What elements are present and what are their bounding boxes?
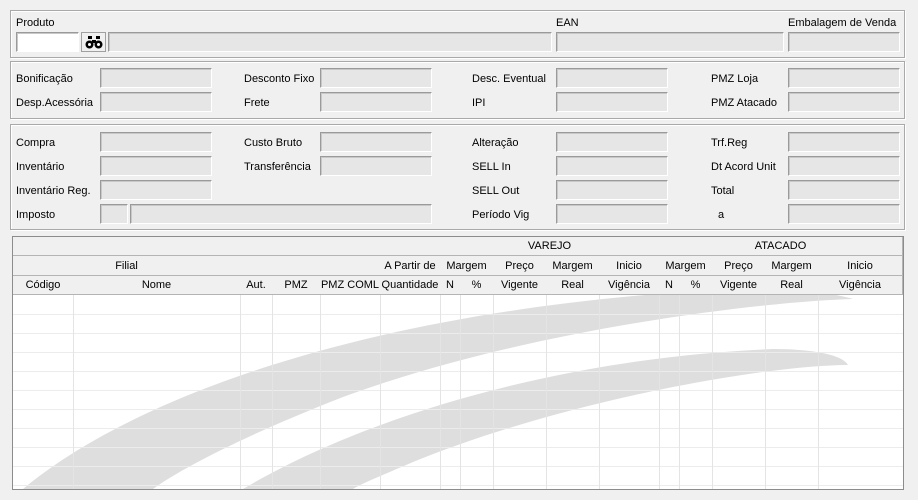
header-blank bbox=[13, 237, 441, 256]
header-quantidade[interactable]: Quantidade bbox=[380, 276, 441, 295]
desp-acessoria-field bbox=[100, 92, 212, 112]
periodo-vig-label: Período Vig bbox=[472, 209, 530, 221]
header-a-partir-de[interactable]: A Partir de bbox=[380, 256, 441, 276]
frete-label: Frete bbox=[244, 97, 270, 109]
binoculars-icon bbox=[85, 35, 102, 48]
produto-label: Produto bbox=[16, 17, 55, 29]
header-varejo-preco[interactable]: Preço bbox=[493, 256, 547, 276]
dt-acord-unit-label: Dt Acord Unit bbox=[711, 161, 776, 173]
header-nome[interactable]: Nome bbox=[73, 276, 241, 295]
header-atacado-vigente[interactable]: Vigente bbox=[712, 276, 766, 295]
ean-field bbox=[556, 32, 784, 52]
header-atacado-real[interactable]: Real bbox=[765, 276, 819, 295]
header-varejo-vigente[interactable]: Vigente bbox=[493, 276, 547, 295]
embalagem-label: Embalagem de Venda bbox=[788, 17, 897, 29]
ean-label: EAN bbox=[556, 17, 579, 29]
pmz-loja-label: PMZ Loja bbox=[711, 73, 759, 85]
header-aut[interactable]: Aut. bbox=[240, 276, 273, 295]
header-varejo-inicio[interactable]: Inicio bbox=[599, 256, 660, 276]
ipi-label: IPI bbox=[472, 97, 486, 109]
dt-acord-unit-field bbox=[788, 156, 900, 176]
sell-in-field bbox=[556, 156, 668, 176]
compra-field bbox=[100, 132, 212, 152]
inventario-reg-label: Inventário Reg. bbox=[16, 185, 91, 197]
header-varejo-pct[interactable]: % bbox=[460, 276, 494, 295]
header-varejo-n[interactable]: N bbox=[440, 276, 461, 295]
imposto-description-field bbox=[130, 204, 432, 224]
header-group-atacado[interactable]: ATACADO bbox=[659, 237, 903, 256]
sell-out-field bbox=[556, 180, 668, 200]
desc-eventual-label: Desc. Eventual bbox=[472, 73, 546, 85]
alteracao-field bbox=[556, 132, 668, 152]
trf-reg-field bbox=[788, 132, 900, 152]
pmz-atacado-field bbox=[788, 92, 900, 112]
total-field bbox=[788, 180, 900, 200]
header-atacado-vigencia[interactable]: Vigência bbox=[818, 276, 903, 295]
frete-field bbox=[320, 92, 432, 112]
pmz-atacado-label: PMZ Atacado bbox=[711, 97, 778, 109]
header-pmz-coml[interactable]: PMZ COML bbox=[320, 276, 381, 295]
periodo-vig-start-field bbox=[556, 204, 668, 224]
header-atacado-inicio[interactable]: Inicio bbox=[818, 256, 903, 276]
custo-bruto-label: Custo Bruto bbox=[244, 137, 303, 149]
header-varejo-real[interactable]: Real bbox=[546, 276, 600, 295]
inventario-label: Inventário bbox=[16, 161, 65, 173]
total-label: Total bbox=[711, 185, 735, 197]
search-produto-button[interactable] bbox=[81, 32, 106, 52]
alteracao-label: Alteração bbox=[472, 137, 519, 149]
sell-in-label: SELL In bbox=[472, 161, 511, 173]
ipi-field bbox=[556, 92, 668, 112]
bonificacao-field bbox=[100, 68, 212, 88]
header-codigo[interactable]: Código bbox=[13, 276, 74, 295]
inventario-reg-field bbox=[100, 180, 212, 200]
desconto-fixo-field bbox=[320, 68, 432, 88]
pmz-loja-field bbox=[788, 68, 900, 88]
transferencia-label: Transferência bbox=[244, 161, 311, 173]
produto-code-input[interactable] bbox=[16, 32, 79, 52]
header-pmz[interactable]: PMZ bbox=[272, 276, 321, 295]
desconto-fixo-label: Desconto Fixo bbox=[244, 73, 315, 85]
header-varejo-margem-real[interactable]: Margem bbox=[546, 256, 600, 276]
header-varejo-margem[interactable]: Margem bbox=[440, 256, 494, 276]
imposto-code-field bbox=[100, 204, 128, 224]
periodo-separator-label: a bbox=[718, 209, 725, 221]
header-atacado-preco[interactable]: Preço bbox=[712, 256, 766, 276]
embalagem-field bbox=[788, 32, 900, 52]
filial-grid[interactable]: VAREJO ATACADO Filial A Partir de Margem… bbox=[12, 236, 904, 490]
inventario-field bbox=[100, 156, 212, 176]
compra-label: Compra bbox=[16, 137, 56, 149]
custo-bruto-field bbox=[320, 132, 432, 152]
header-atacado-margem[interactable]: Margem bbox=[659, 256, 713, 276]
header-varejo-vigencia[interactable]: Vigência bbox=[599, 276, 660, 295]
transferencia-field bbox=[320, 156, 432, 176]
trf-reg-label: Trf.Reg bbox=[711, 137, 748, 149]
imposto-label: Imposto bbox=[16, 209, 56, 221]
periodo-vig-end-field bbox=[788, 204, 900, 224]
produto-description-field bbox=[108, 32, 552, 52]
header-atacado-pct[interactable]: % bbox=[679, 276, 713, 295]
bonificacao-label: Bonificação bbox=[16, 73, 73, 85]
header-group-varejo[interactable]: VAREJO bbox=[440, 237, 660, 256]
header-blank-2 bbox=[240, 256, 381, 276]
sell-out-label: SELL Out bbox=[472, 185, 520, 197]
header-filial[interactable]: Filial bbox=[13, 256, 241, 276]
desc-eventual-field bbox=[556, 68, 668, 88]
desp-acessoria-label: Desp.Acessória bbox=[16, 97, 94, 109]
header-atacado-margem-real[interactable]: Margem bbox=[765, 256, 819, 276]
header-atacado-n[interactable]: N bbox=[659, 276, 680, 295]
